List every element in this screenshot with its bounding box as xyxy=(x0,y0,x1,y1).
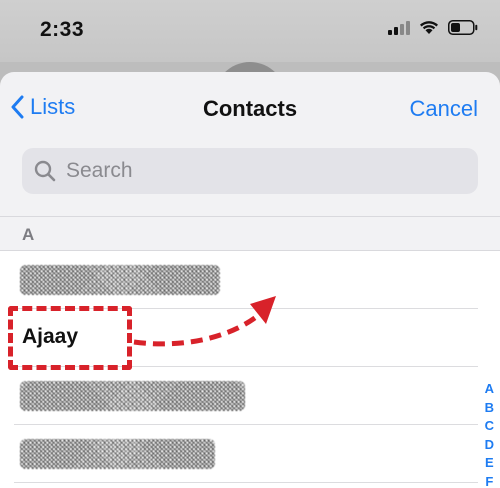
list-item[interactable] xyxy=(0,251,500,309)
cellular-signal-icon xyxy=(388,20,410,35)
search-bar[interactable] xyxy=(22,148,478,194)
index-letter[interactable]: A xyxy=(485,380,494,399)
index-letter[interactable]: E xyxy=(485,454,494,473)
redacted-contact-name xyxy=(20,265,220,295)
screen: 2:33 Lists Contacts Cancel Search A Ajaa… xyxy=(0,0,500,488)
index-letter[interactable]: D xyxy=(485,436,494,455)
index-letter[interactable]: B xyxy=(485,399,494,418)
row-divider xyxy=(14,482,478,483)
list-item[interactable] xyxy=(0,425,500,483)
redacted-contact-name xyxy=(20,439,215,469)
contacts-picker-sheet: Lists Contacts Cancel A Ajaay xyxy=(0,72,500,488)
index-letter[interactable]: F xyxy=(485,473,493,488)
contact-name[interactable]: Ajaay xyxy=(22,325,78,349)
navigation-bar: Lists Contacts Cancel xyxy=(0,72,500,144)
list-item[interactable]: Ajaay xyxy=(0,309,500,367)
search-icon xyxy=(34,160,56,182)
battery-icon xyxy=(448,20,478,35)
status-time: 2:33 xyxy=(40,18,85,41)
section-header-letter: A xyxy=(22,225,35,244)
contacts-list: Ajaay xyxy=(0,250,500,488)
index-letter[interactable]: C xyxy=(485,417,494,436)
redacted-contact-name xyxy=(20,381,245,411)
search-input[interactable] xyxy=(64,158,448,184)
alphabet-index[interactable]: A B C D E F xyxy=(485,380,494,488)
list-item[interactable] xyxy=(0,367,500,425)
wifi-icon xyxy=(420,21,438,34)
cancel-button[interactable]: Cancel xyxy=(410,96,478,122)
section-header: A xyxy=(0,216,500,251)
status-bar: 2:33 xyxy=(0,0,500,62)
status-icons xyxy=(388,20,478,35)
